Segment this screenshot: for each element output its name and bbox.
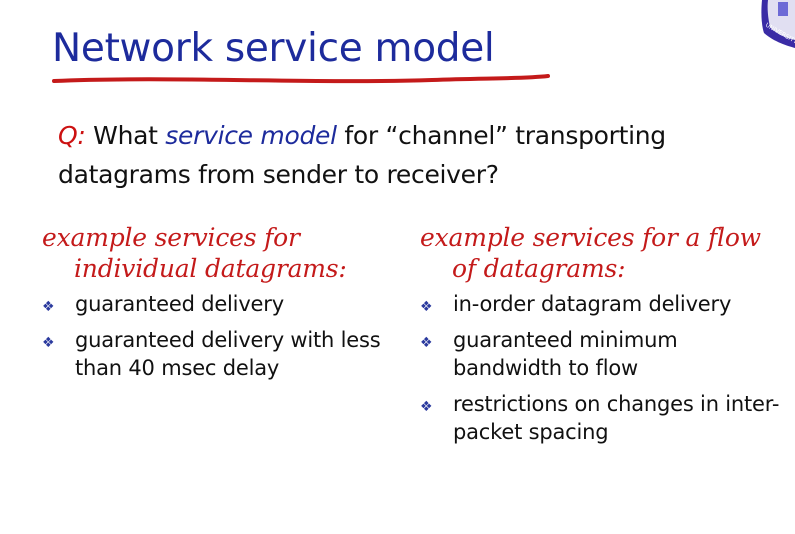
question-prefix: Q:	[58, 121, 86, 150]
left-column-list: ❖ guaranteed delivery ❖ guaranteed deliver…	[42, 290, 392, 382]
list-item: ❖ restrictions on changes in inter-packet…	[420, 390, 780, 446]
list-item: ❖ in-order datagram delivery	[420, 290, 780, 318]
left-column-heading: example services for individual datagram…	[42, 223, 347, 283]
diamond-bullet-icon: ❖	[42, 335, 55, 351]
university-seal-icon: UNIVERSITY OF	[761, 0, 795, 50]
list-item: ❖ guaranteed delivery	[42, 290, 392, 318]
question-before: What	[85, 121, 166, 150]
diamond-bullet-icon: ❖	[420, 299, 433, 315]
diamond-bullet-icon: ❖	[420, 399, 433, 415]
list-item-text: guaranteed minimum bandwidth to flow	[453, 328, 678, 380]
diamond-bullet-icon: ❖	[420, 335, 433, 351]
question: Q: What service model for “channel” tran…	[58, 116, 758, 194]
right-column-heading: example services for a flow of datagrams…	[420, 223, 761, 283]
right-column: example services for a flow of datagrams…	[420, 222, 780, 454]
slide-title: Network service model	[52, 26, 495, 71]
list-item-text: guaranteed delivery with less than 40 ms…	[75, 328, 381, 380]
list-item-text: guaranteed delivery	[75, 292, 284, 316]
list-item-text: restrictions on changes in inter-packet …	[453, 392, 780, 444]
diamond-bullet-icon: ❖	[42, 299, 55, 315]
question-emphasis: service model	[165, 121, 337, 150]
list-item-text: in-order datagram delivery	[453, 292, 732, 316]
left-column: example services for individual datagram…	[42, 222, 392, 390]
right-column-list: ❖ in-order datagram delivery ❖ guaranteed …	[420, 290, 780, 446]
title-underline	[52, 74, 550, 84]
list-item: ❖ guaranteed delivery with less than 40 m…	[42, 326, 392, 382]
list-item: ❖ guaranteed minimum bandwidth to flow	[420, 326, 780, 382]
